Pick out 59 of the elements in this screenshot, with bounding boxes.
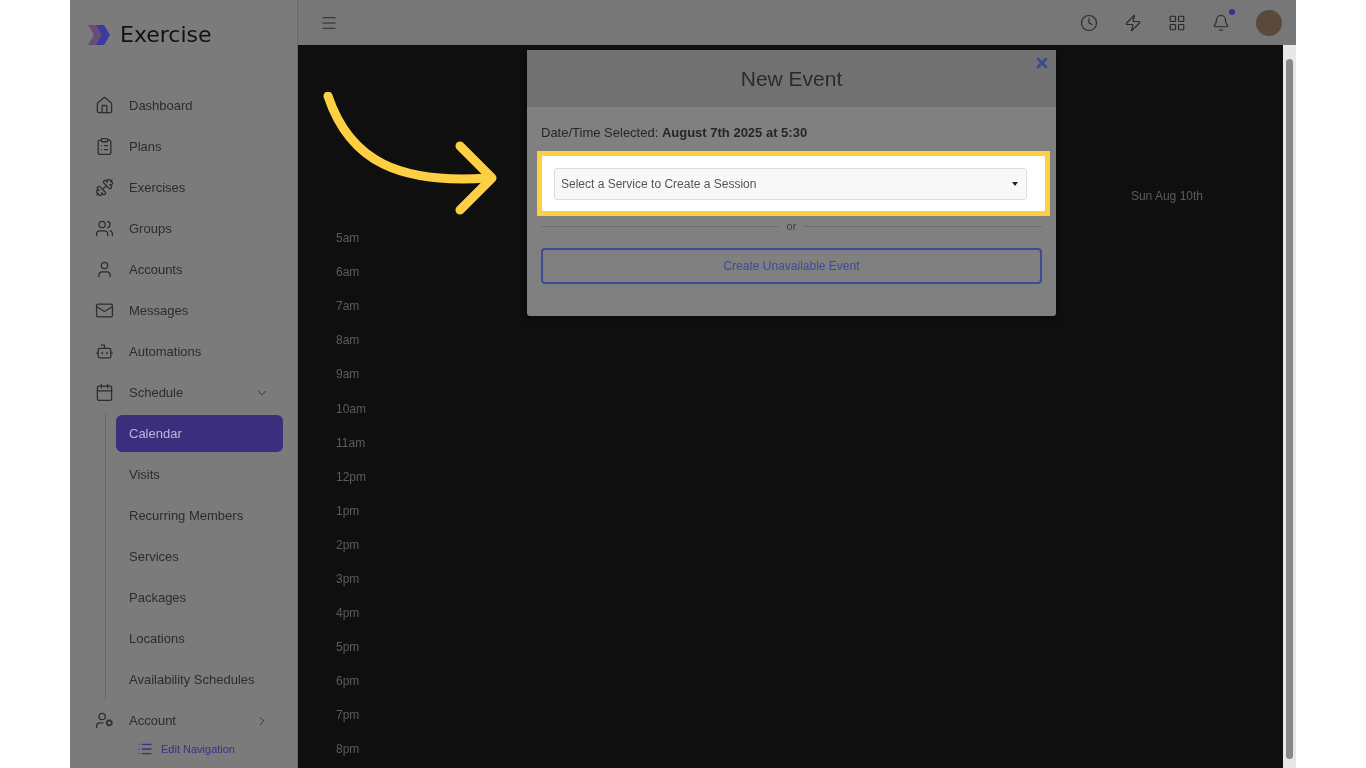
hour-label: 6pm [336,674,360,689]
sidebar-item-icon [95,383,114,402]
hour-label: 7pm [336,708,360,723]
hour-label: 8pm [336,742,360,757]
hour-label: 9am [336,367,360,382]
avatar-circle[interactable] [1256,9,1282,36]
edit-navigation-link[interactable]: Edit Navigation [137,741,297,757]
sidebar-item[interactable]: Automations [84,331,297,372]
sidebar-item-icon [95,137,114,156]
sidebar-item-icon [95,260,114,279]
app-name: Exercise [120,22,212,47]
sidebar-item-icon [95,711,114,730]
lightning-icon[interactable] [1124,13,1142,32]
hour-label: 7am [336,299,360,314]
sidebar-subitem[interactable]: Locations [116,620,283,657]
hour-label: 4pm [336,606,360,621]
hour-label: 10am [336,401,367,416]
sidebar-subitem[interactable]: Recurring Members [116,497,283,534]
day-header: Sun Aug 10th [1130,189,1203,203]
sidebar-item-icon [95,342,114,361]
sidebar-subitem[interactable]: Visits [116,456,283,493]
sidebar-item-icon [95,96,114,115]
hour-label: 11am [336,435,366,450]
close-icon[interactable] [1034,55,1050,71]
sidebar-item[interactable]: Messages [84,290,297,331]
hour-label: 6am [336,265,360,280]
grid-icon[interactable] [1168,13,1186,32]
hour-label: 2pm [336,537,360,552]
caret-icon [1012,182,1018,186]
hour-label: 5am [336,231,360,246]
sidebar-item[interactable]: Exercises [84,167,297,208]
sidebar-item[interactable]: Dashboard [84,85,297,126]
divider-text: or [786,220,797,232]
selected-date-text: Date/Time Selected: August 7th 2025 at 5:30 [541,125,809,140]
sidebar-item[interactable]: Account [84,700,297,741]
logo-icon [86,22,112,47]
sidebar-item[interactable]: Groups [84,208,297,249]
sidebar-subitem[interactable]: Packages [116,579,283,616]
hour-label: 5pm [336,640,360,655]
sidebar-item-icon [95,301,114,320]
sidebar-item[interactable]: Schedule [84,372,297,413]
create-unavailable-event-button[interactable]: Create Unavailable Event [541,248,1042,284]
sidebar-subitem[interactable]: Availability Schedules [116,661,283,698]
hour-label: 12pm [336,469,367,484]
sidebar-item[interactable]: Accounts [84,249,297,290]
sidebar-item-icon [95,219,114,238]
sidebar-item[interactable]: Plans [84,126,297,167]
sidebar-subitem[interactable]: Calendar [116,415,283,452]
clock-icon[interactable] [1080,13,1098,32]
notification-bell-icon[interactable] [1212,13,1230,32]
sidebar-subitem[interactable]: Services [116,538,283,575]
hour-label: 1pm [336,503,360,518]
sidebar-item-icon [95,178,114,197]
hour-label: 3pm [336,572,360,586]
dialog-title: New Event [740,66,843,91]
list-icon [137,741,153,757]
scrollbar[interactable] [1283,45,1296,768]
hour-label: 8am [336,333,360,348]
service-select[interactable]: Select a Service to Create a Session [554,168,1027,200]
